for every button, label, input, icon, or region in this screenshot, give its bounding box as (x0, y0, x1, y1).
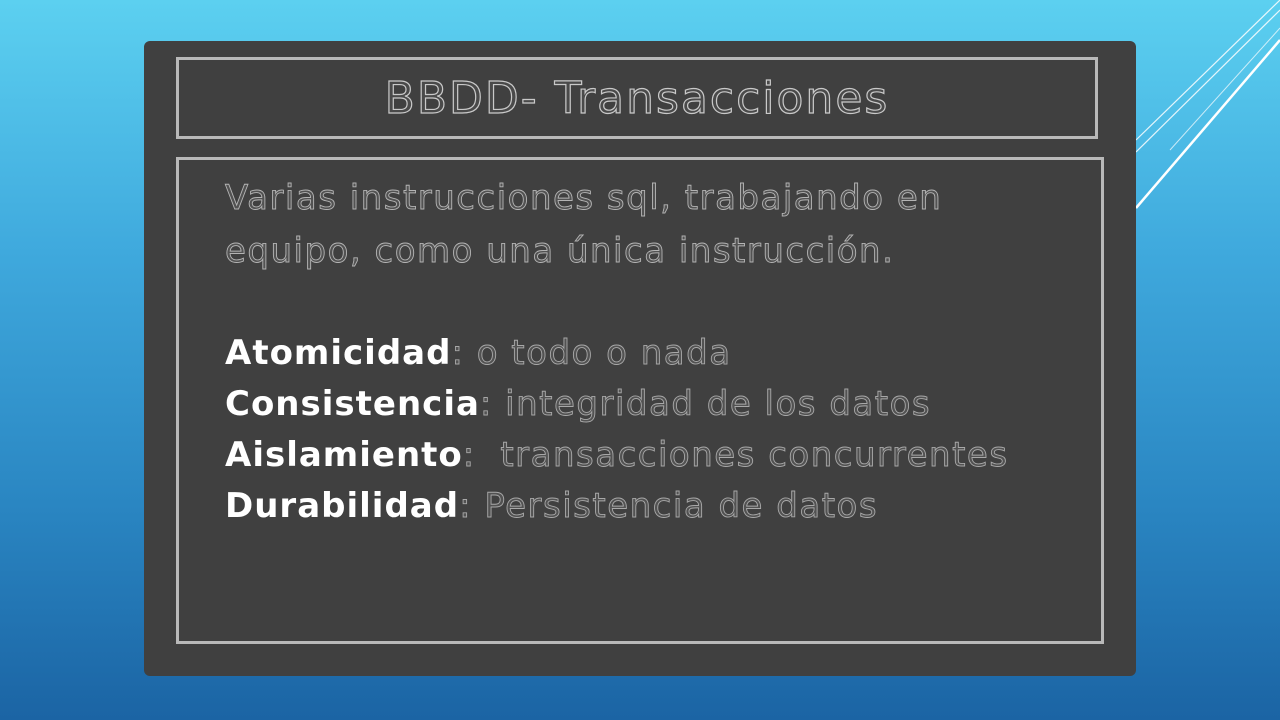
property-durability: Durabilidad: Persistencia de datos (225, 481, 1081, 532)
decorative-lines (1135, 0, 1280, 209)
property-term: Aislamiento (225, 435, 463, 475)
intro-text: Varias instrucciones sql, trabajando en … (225, 178, 943, 272)
property-description: : integridad de los datos (479, 384, 932, 425)
property-term: Consistencia (225, 384, 480, 424)
property-consistency: Consistencia: integridad de los datos (225, 379, 1081, 430)
property-atomicity: Atomicidad: o todo o nada (225, 328, 1081, 379)
property-description: : Persistencia de datos (459, 486, 879, 527)
property-term: Durabilidad (225, 486, 460, 526)
property-description: : o todo o nada (451, 333, 732, 374)
property-description: : transacciones concurrentes (462, 435, 1009, 476)
property-term: Atomicidad (225, 333, 452, 373)
property-isolation: Aislamiento: transacciones concurrentes (225, 430, 1081, 481)
acid-properties-list: Atomicidad: o todo o nada Consistencia: … (225, 328, 1081, 532)
title-frame: BBDD- Transacciones (176, 57, 1098, 139)
chalkboard: BBDD- Transacciones Varias instrucciones… (144, 41, 1136, 676)
content-frame: Varias instrucciones sql, trabajando en … (176, 157, 1104, 644)
content-body: Varias instrucciones sql, trabajando en … (225, 172, 1081, 532)
slide-title: BBDD- Transacciones (384, 72, 890, 124)
